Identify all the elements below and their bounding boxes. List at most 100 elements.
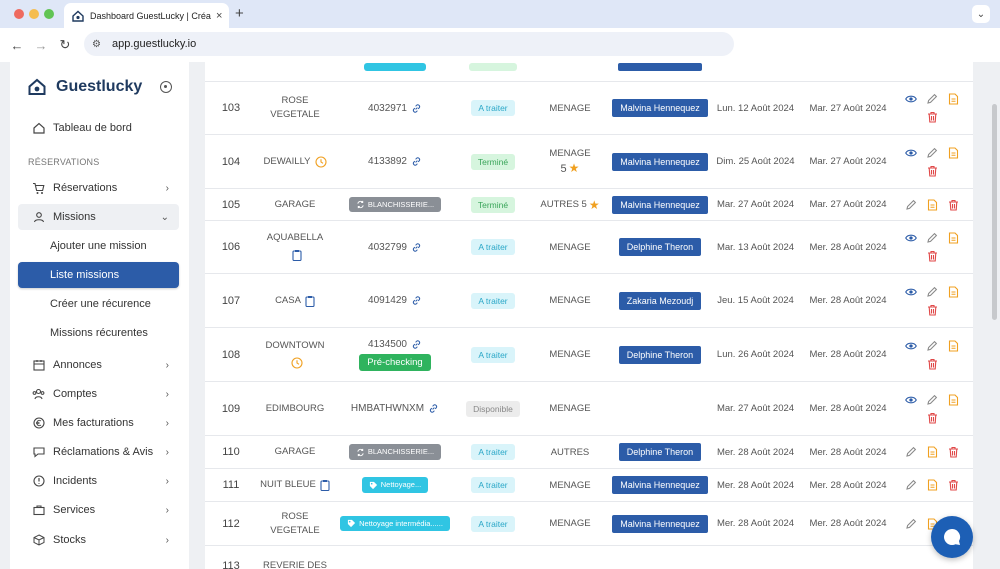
document-icon[interactable]	[948, 93, 959, 105]
start-date: Lun. 26 Août 2024	[716, 349, 795, 360]
view-eye-icon[interactable]	[905, 341, 917, 351]
site-settings-icon[interactable]: ⚙	[92, 39, 106, 50]
edit-pencil-icon[interactable]	[905, 479, 917, 491]
edit-pencil-icon[interactable]	[926, 286, 938, 298]
sidebar-item-services[interactable]: Services ›	[18, 497, 179, 523]
sidebar-item-stocks[interactable]: Stocks ›	[18, 527, 179, 553]
link-icon[interactable]	[411, 103, 422, 114]
edit-pencil-icon[interactable]	[926, 394, 938, 406]
link-icon[interactable]	[411, 242, 422, 253]
assignee-badge[interactable]: Delphine Theron	[618, 345, 702, 364]
address-bar[interactable]: ⚙ app.guestlucky.io	[84, 32, 734, 56]
document-icon[interactable]	[927, 446, 938, 458]
clipboard-icon[interactable]	[305, 295, 315, 307]
sidebar-item-add-mission[interactable]: Ajouter une mission	[18, 233, 179, 259]
edit-pencil-icon[interactable]	[905, 518, 917, 530]
assignee-badge[interactable]: Malvina Hennequez	[612, 152, 708, 171]
document-icon[interactable]	[948, 285, 959, 298]
sidebar-item-create-recurrence[interactable]: Créer une récurence	[18, 291, 179, 317]
sidebar-item-label: Liste missions	[50, 269, 120, 281]
delete-trash-icon[interactable]	[927, 250, 938, 262]
assignee-badge[interactable]: Delphine Theron	[618, 238, 702, 256]
end-date: Mer. 28 Août 2024	[809, 518, 887, 529]
sidebar-item-dashboard[interactable]: Tableau de bord	[18, 115, 179, 141]
document-icon[interactable]	[948, 339, 959, 352]
sidebar-item-label: Stocks	[53, 534, 87, 546]
document-icon[interactable]	[948, 232, 959, 244]
sidebar-item-label: Annonces	[53, 359, 102, 371]
sidebar-item-facturations[interactable]: Mes facturations ›	[18, 410, 179, 436]
sidebar-toggle-icon[interactable]	[160, 81, 172, 93]
assignee-badge[interactable]: Malvina Hennequez	[612, 514, 708, 533]
tab-close-icon[interactable]: ×	[216, 10, 222, 22]
sidebar-item-label: Missions récurentes	[50, 327, 148, 339]
sidebar-item-recurring-missions[interactable]: Missions récurentes	[18, 320, 179, 346]
clipboard-icon[interactable]	[292, 249, 302, 262]
delete-trash-icon[interactable]	[948, 479, 959, 491]
document-icon[interactable]	[927, 479, 938, 491]
service-badge: BLANCHISSERIE...	[348, 444, 442, 460]
assignee-badge[interactable]: Zakaria Mezoudj	[618, 291, 702, 310]
chevron-right-icon: ›	[165, 182, 169, 194]
assignee-badge[interactable]: Malvina Hennequez	[612, 99, 708, 117]
link-icon[interactable]	[411, 339, 422, 350]
assignee-badge[interactable]: Malvina Hennequez	[612, 195, 708, 214]
link-icon[interactable]	[428, 403, 439, 414]
page-scrollbar-thumb[interactable]	[992, 104, 997, 320]
cart-icon	[32, 182, 45, 195]
mission-type: MENAGE	[549, 479, 591, 491]
clipboard-icon[interactable]	[320, 479, 330, 491]
delete-trash-icon[interactable]	[927, 111, 938, 123]
sidebar-item-reclamations[interactable]: Réclamations & Avis ›	[18, 439, 179, 465]
maximize-window-button[interactable]	[44, 9, 54, 19]
link-icon[interactable]	[411, 156, 422, 167]
edit-pencil-icon[interactable]	[926, 232, 938, 244]
delete-trash-icon[interactable]	[927, 358, 938, 370]
edit-pencil-icon[interactable]	[926, 147, 938, 159]
sidebar-item-mission-list[interactable]: Liste missions	[18, 262, 179, 288]
delete-trash-icon[interactable]	[927, 165, 938, 177]
status-badge: A traiter	[471, 239, 515, 255]
forward-arrow-icon[interactable]: →	[30, 34, 52, 56]
brand[interactable]: Guestlucky	[28, 78, 142, 96]
support-chat-button[interactable]	[931, 516, 973, 558]
reload-icon[interactable]: ↻	[54, 34, 76, 56]
new-tab-button[interactable]: +	[235, 5, 244, 22]
document-icon[interactable]	[948, 393, 959, 406]
view-eye-icon[interactable]	[905, 395, 917, 405]
view-eye-icon[interactable]	[905, 287, 917, 297]
document-icon[interactable]	[948, 146, 959, 159]
tab-search-chevron-icon[interactable]: ⌄	[972, 5, 990, 23]
sidebar-item-missions[interactable]: Missions ⌄	[18, 204, 179, 230]
mission-id: 108	[221, 348, 241, 361]
edit-pencil-icon[interactable]	[926, 93, 938, 105]
edit-pencil-icon[interactable]	[926, 340, 938, 352]
delete-trash-icon[interactable]	[927, 412, 938, 424]
edit-pencil-icon[interactable]	[905, 199, 917, 211]
document-icon[interactable]	[927, 198, 938, 211]
minimize-window-button[interactable]	[29, 9, 39, 19]
back-arrow-icon[interactable]: ←	[6, 34, 28, 56]
browser-tab[interactable]: Dashboard GuestLucky | Créa ×	[64, 3, 229, 28]
view-eye-icon[interactable]	[905, 94, 917, 104]
sidebar-item-label: Incidents	[53, 475, 98, 487]
sidebar-item-label: Comptes	[53, 388, 98, 400]
view-eye-icon[interactable]	[905, 148, 917, 158]
link-icon[interactable]	[411, 295, 422, 306]
sidebar-item-label: Réclamations & Avis	[53, 446, 154, 458]
sidebar-item-reservations[interactable]: Réservations ›	[18, 175, 179, 201]
assignee-badge[interactable]: Delphine Theron	[618, 443, 702, 461]
delete-trash-icon[interactable]	[948, 199, 959, 211]
end-date: Mer. 28 Août 2024	[809, 349, 887, 360]
view-eye-icon[interactable]	[905, 233, 917, 243]
sidebar-item-comptes[interactable]: Comptes ›	[18, 381, 179, 407]
edit-pencil-icon[interactable]	[905, 446, 917, 458]
assignee-badge[interactable]: Malvina Hennequez	[612, 476, 708, 494]
sidebar-item-incidents[interactable]: Incidents ›	[18, 468, 179, 494]
sidebar-item-annonces[interactable]: Annonces ›	[18, 352, 179, 378]
close-window-button[interactable]	[14, 9, 24, 19]
delete-trash-icon[interactable]	[927, 304, 938, 316]
service-badge: Nettoyage intermédia......	[340, 515, 450, 532]
start-date: Mer. 28 Août 2024	[716, 479, 795, 491]
delete-trash-icon[interactable]	[948, 446, 959, 458]
